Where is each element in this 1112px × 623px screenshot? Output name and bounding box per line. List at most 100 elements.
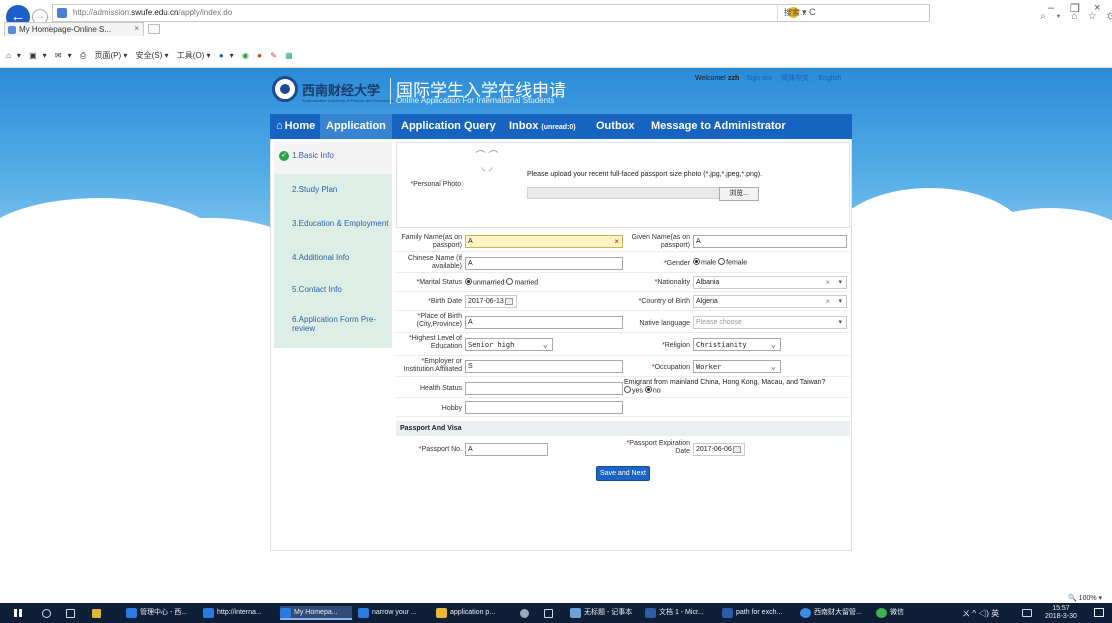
sidebar-item-basic-info[interactable]: ✓ 1.Basic Info — [274, 142, 392, 174]
clear-x-icon[interactable]: × — [825, 278, 830, 287]
windows-taskbar: 管理中心 - 西... http://interna... My Homepa.… — [0, 603, 1112, 623]
chevron-down-icon[interactable]: ▾ — [838, 318, 842, 326]
form-row-passport: *Passport No. A *Passport Expiration Dat… — [396, 438, 850, 460]
taskbar-app-swufe[interactable]: 西南财大留管... — [800, 606, 862, 620]
input-method-icon[interactable] — [1022, 609, 1032, 617]
feeds-cmd-icon[interactable]: ▣ — [29, 51, 37, 60]
save-and-next-button[interactable]: Save and Next — [596, 466, 650, 481]
passport-exp-input[interactable]: 2017-06-06 — [693, 443, 745, 456]
mail-cmd-icon[interactable]: ✉ — [55, 51, 62, 60]
native-language-select[interactable]: Please choose ▾ — [693, 316, 847, 329]
cmd-help-dropdown[interactable]: ▾ — [230, 51, 234, 60]
health-input[interactable] — [465, 382, 623, 395]
chinese-name-input[interactable]: A — [465, 257, 623, 270]
cmd-page-menu[interactable]: 页面(P) ▾ — [95, 51, 128, 60]
gender-female-radio[interactable] — [718, 258, 726, 265]
sidebar-item-education[interactable]: 3.Education & Employment — [274, 210, 392, 242]
mail-icon[interactable] — [544, 609, 553, 618]
sidebar-item-contact-info[interactable]: 5.Contact Info — [274, 276, 392, 308]
sidebar-item-study-plan[interactable]: 2.Study Plan — [274, 176, 392, 208]
lang-chinese-link[interactable]: ·简体中文 — [779, 75, 809, 82]
chevron-down-icon[interactable]: ▾ — [838, 278, 842, 286]
search-input[interactable]: 搜索... — [784, 7, 807, 18]
nationality-select[interactable]: Albania × ▾ — [693, 276, 847, 289]
education-select[interactable]: Senior high ⌄ — [465, 338, 553, 351]
cmd-safety-menu[interactable]: 安全(S) ▾ — [136, 51, 169, 60]
store-icon[interactable] — [92, 609, 101, 618]
taskbar-app-ie-narrow[interactable]: narrow your ... — [358, 606, 417, 620]
minimize-icon[interactable]: – — [1048, 2, 1054, 14]
sidebar-item-preview[interactable]: 6.Application Form Pre-review — [274, 306, 392, 342]
addon-red-icon[interactable]: ● — [257, 51, 262, 60]
taskbar-app-ie-homepage[interactable]: My Homepa... — [280, 606, 352, 620]
app-pinned-icon[interactable] — [520, 609, 529, 618]
chevron-down-icon[interactable]: ⌄ — [771, 362, 776, 372]
nav-application-query[interactable]: Application Query — [401, 114, 496, 139]
help-cmd-icon[interactable]: ● — [219, 51, 224, 60]
sign-out-link[interactable]: Sign out — [746, 75, 772, 82]
addon-pen-icon[interactable]: ✎ — [270, 51, 277, 60]
zoom-level[interactable]: 🔍 100% ▾ — [1068, 594, 1102, 602]
emigrant-question: Emigrant from mainland China, Hong Kong,… — [624, 379, 826, 395]
occupation-select[interactable]: Worker ⌄ — [693, 360, 781, 373]
passport-no-input[interactable]: A — [465, 443, 548, 456]
sidebar-item-additional-info[interactable]: 4.Additional Info — [274, 244, 392, 276]
employer-input[interactable]: S — [465, 360, 623, 373]
home-cmd-icon[interactable]: ⌂ — [6, 51, 11, 60]
clear-x-icon[interactable]: × — [825, 297, 830, 306]
tab-close-icon[interactable]: × — [134, 24, 139, 33]
chevron-down-icon[interactable]: ⌄ — [771, 340, 776, 350]
nav-application[interactable]: Application — [320, 114, 392, 139]
tab-my-homepage[interactable]: My Homepage-Online S... × — [4, 22, 144, 36]
taskbar-app-notepad[interactable]: 无标题 - 记事本 — [570, 606, 632, 620]
nav-message-admin[interactable]: Message to Administrator — [651, 114, 786, 139]
family-name-label: Family Name(as on passport) — [401, 234, 462, 249]
new-tab-button[interactable] — [148, 24, 160, 34]
chevron-down-icon[interactable]: ▾ — [838, 297, 842, 305]
emigrant-yes-radio[interactable] — [624, 386, 631, 393]
calendar-icon[interactable] — [505, 298, 513, 305]
lang-english-link[interactable]: ·English — [816, 75, 841, 82]
given-name-input[interactable]: A — [693, 235, 847, 248]
nav-inbox[interactable]: Inbox (unread:0) — [509, 114, 576, 139]
error-x-icon[interactable]: × — [614, 237, 619, 246]
windows-start-icon[interactable] — [14, 609, 22, 617]
nav-home[interactable]: ⌂ Home — [276, 114, 315, 139]
hobby-input[interactable] — [465, 401, 623, 414]
system-tray[interactable]: ㄨ ^ ◁) 英 — [962, 608, 999, 619]
taskbar-app-path[interactable]: path for exch... — [722, 606, 782, 620]
cmd-feeds-dropdown[interactable]: ▾ — [43, 51, 47, 60]
marital-married-radio[interactable] — [506, 278, 514, 285]
cmd-tools-menu[interactable]: 工具(O) ▾ — [177, 51, 211, 60]
place-birth-input[interactable]: A — [465, 316, 623, 329]
birth-date-input[interactable]: 2017-06-13 — [465, 295, 517, 308]
nav-outbox[interactable]: Outbox — [596, 114, 635, 139]
marital-unmarried-radio[interactable] — [465, 278, 472, 285]
emigrant-no-radio[interactable] — [644, 386, 652, 393]
nationality-label: *Nationality — [654, 279, 690, 286]
taskbar-app-ie-internal[interactable]: http://interna... — [203, 606, 262, 620]
calendar-icon[interactable] — [733, 446, 741, 453]
print-cmd-icon[interactable]: ⎙ — [80, 51, 86, 60]
task-view-icon[interactable] — [66, 609, 75, 618]
family-name-input[interactable]: A × — [465, 235, 623, 248]
browse-button[interactable]: 浏览... — [719, 187, 759, 201]
notification-icon[interactable] — [1094, 608, 1104, 617]
addon-grid-icon[interactable]: ▦ — [285, 51, 293, 60]
gender-male-radio[interactable] — [693, 258, 700, 265]
search-icon[interactable] — [42, 609, 51, 618]
cmd-home-dropdown[interactable]: ▾ — [17, 51, 21, 60]
taskbar-app-wechat[interactable]: 微信 — [876, 606, 904, 620]
chevron-down-icon[interactable]: ⌄ — [543, 340, 548, 350]
restore-icon[interactable]: ❐ — [1070, 2, 1080, 15]
cmd-mail-dropdown[interactable]: ▾ — [68, 51, 72, 60]
taskbar-app-word[interactable]: 文档 1 - Micr... — [645, 606, 704, 620]
search-box[interactable]: 搜索... — [777, 4, 930, 22]
taskbar-app-folder[interactable]: application p... — [436, 606, 495, 620]
close-icon[interactable]: × — [1094, 2, 1100, 14]
clock[interactable]: 15:57 2018-3-30 — [1045, 605, 1077, 621]
addon-icon[interactable]: ◉ — [242, 51, 249, 60]
religion-select[interactable]: Christianity ⌄ — [693, 338, 781, 351]
taskbar-app-ie-admin[interactable]: 管理中心 - 西... — [126, 606, 187, 620]
country-birth-select[interactable]: Algeria × ▾ — [693, 295, 847, 308]
